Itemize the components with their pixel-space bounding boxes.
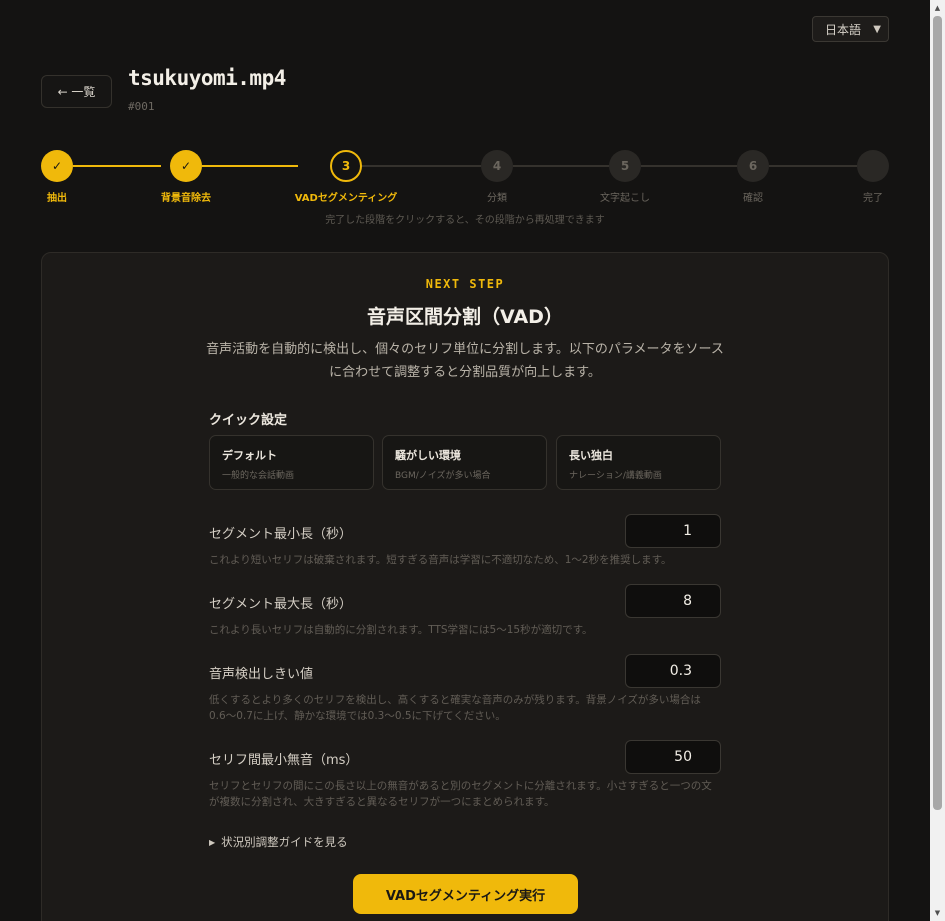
preset-desc: ナレーション/講義動画 <box>569 471 662 481</box>
min-silence-help: セリフとセリフの間にこの長さ以上の無音があると別のセグメントに分離されます。小さ… <box>209 780 712 808</box>
step-connector <box>513 165 609 167</box>
step-label: 文字起こし <box>600 193 650 204</box>
preset-desc: 一般的な会話動画 <box>222 471 295 481</box>
preset-default-button[interactable]: デフォルト 一般的な会話動画 <box>209 435 374 490</box>
max-length-label: セグメント最大長（秒） <box>209 597 353 612</box>
pipeline-stepper: ✓ ✓ 3 4 5 6 抽出 背景音除去 VADセグメンティング 分類 文字起こ… <box>0 0 945 240</box>
quick-settings-title: クイック設定 <box>209 413 288 428</box>
step-review-circle: 6 <box>737 150 769 182</box>
step-bg-removal-circle[interactable]: ✓ <box>170 150 202 182</box>
step-connector <box>362 165 481 167</box>
next-step-eyebrow: NEXT STEP <box>425 277 505 291</box>
step-label[interactable]: 抽出 <box>47 189 67 204</box>
min-length-input[interactable]: 1 <box>625 514 721 548</box>
step-vad-circle[interactable]: 3 <box>330 150 362 182</box>
threshold-label: 音声検出しきい値 <box>209 667 314 682</box>
preset-name: デフォルト <box>222 449 277 462</box>
preset-name: 騒がしい環境 <box>395 449 461 462</box>
step-label: 完了 <box>863 193 883 204</box>
preset-name: 長い独白 <box>569 449 613 462</box>
card-title: 音声区間分割（VAD） <box>367 306 563 328</box>
scroll-down-icon[interactable]: ▼ <box>930 906 945 920</box>
step-label: 分類 <box>487 193 507 204</box>
preset-monologue-button[interactable]: 長い独白 ナレーション/講義動画 <box>556 435 721 490</box>
step-label: 確認 <box>743 193 763 204</box>
step-connector <box>769 165 857 167</box>
min-length-help: これより短いセリフは破棄されます。短すぎる音声は学習に不適切なため、1〜2秒を推… <box>209 554 672 566</box>
threshold-input[interactable]: 0.3 <box>625 654 721 688</box>
min-silence-input[interactable]: 50 <box>625 740 721 774</box>
preset-desc: BGM/ノイズが多い場合 <box>395 471 491 481</box>
step-connector <box>73 165 161 167</box>
card-description: 音声活動を自動的に検出し、個々のセリフ単位に分割します。以下のパラメータをソース… <box>206 342 724 380</box>
page-scrollbar[interactable]: ▲ ▼ <box>930 0 945 921</box>
preset-noisy-button[interactable]: 騒がしい環境 BGM/ノイズが多い場合 <box>382 435 547 490</box>
run-vad-button[interactable]: VADセグメンティング実行 <box>353 874 578 914</box>
step-transcribe-circle: 5 <box>609 150 641 182</box>
tuning-guide-toggle[interactable]: ▶ 状況別調整ガイドを見る <box>209 834 348 850</box>
max-length-input[interactable]: 8 <box>625 584 721 618</box>
step-classify-circle: 4 <box>481 150 513 182</box>
step-label[interactable]: VADセグメンティング <box>295 189 398 204</box>
scroll-thumb[interactable] <box>933 16 942 810</box>
step-extract-circle[interactable]: ✓ <box>41 150 73 182</box>
max-length-help: これより長いセリフは自動的に分割されます。TTS学習には5〜15秒が適切です。 <box>209 624 593 636</box>
step-connector <box>202 165 298 167</box>
min-length-label: セグメント最小長（秒） <box>209 527 353 542</box>
step-label[interactable]: 背景音除去 <box>161 189 211 204</box>
scroll-up-icon[interactable]: ▲ <box>930 1 945 15</box>
tuning-guide-label: 状況別調整ガイドを見る <box>221 835 348 849</box>
min-silence-label: セリフ間最小無音（ms） <box>209 753 359 768</box>
step-done-circle <box>857 150 889 182</box>
step-connector <box>641 165 737 167</box>
stepper-hint: 完了した段階をクリックすると、その段階から再処理できます <box>325 215 605 226</box>
threshold-help: 低くするとより多くのセリフを検出し、高くすると確実な音声のみが残ります。背景ノイ… <box>209 694 701 722</box>
disclosure-triangle-icon: ▶ <box>209 837 216 847</box>
